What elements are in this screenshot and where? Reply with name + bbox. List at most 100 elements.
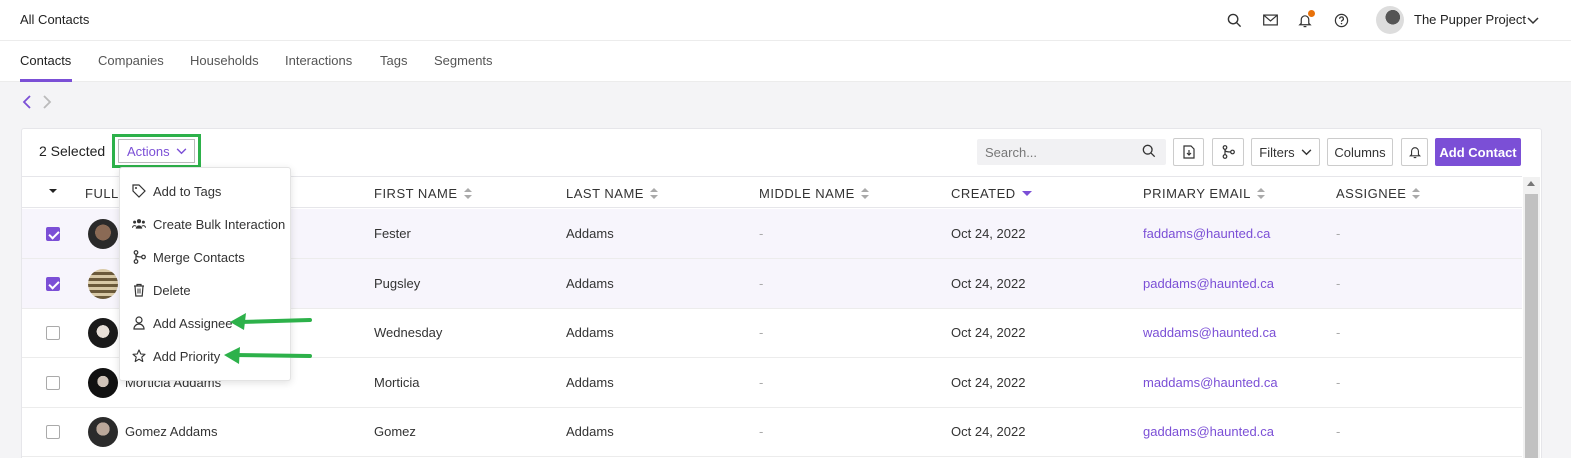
search-icon[interactable] [1225,11,1243,29]
row-checkbox[interactable] [46,277,60,291]
help-icon[interactable] [1332,11,1350,29]
row-checkbox[interactable] [46,326,60,340]
cell-middle-name: - [759,375,764,390]
cell-email[interactable]: gaddams@haunted.ca [1143,424,1274,439]
table-row[interactable]: Gomez Addams Gomez Addams - Oct 24, 2022… [22,407,1522,457]
cell-middle-name: - [759,226,764,241]
bell-icon[interactable] [1296,10,1315,29]
cell-assignee: - [1336,226,1341,241]
sort-descending-icon[interactable] [1021,191,1032,196]
cell-created: Oct 24, 2022 [951,226,1026,241]
scroll-thumb[interactable] [1525,194,1538,458]
columns-label: Columns [1334,144,1386,160]
mail-icon[interactable] [1261,11,1279,29]
merge-icon [132,250,146,264]
row-checkbox[interactable] [46,376,60,390]
cell-first-name: Wednesday [374,325,443,340]
back-arrow-icon[interactable] [22,95,36,109]
row-checkbox[interactable] [46,227,60,241]
row-checkbox[interactable] [46,425,60,439]
cell-created: Oct 24, 2022 [951,424,1026,439]
cell-first-name: Gomez [374,424,416,439]
cell-last-name: Addams [566,325,614,340]
filters-button[interactable]: Filters [1251,138,1320,166]
menu-item-label: Merge Contacts [153,249,245,265]
column-last-name[interactable]: LAST NAME [566,186,658,201]
column-assignee-label: ASSIGNEE [1336,186,1407,201]
tab-bar: Contacts Companies Households Interactio… [0,41,1571,82]
column-full-name[interactable]: FULL [85,186,119,201]
org-avatar[interactable] [1376,6,1404,34]
page-title: All Contacts [20,12,90,27]
cell-assignee: - [1336,276,1341,291]
chevron-down-icon[interactable] [1527,13,1539,28]
tab-interactions[interactable]: Interactions [285,53,352,68]
sort-icon[interactable] [860,187,869,200]
cell-middle-name: - [759,276,764,291]
chevron-down-icon [1301,148,1312,155]
filters-label: Filters [1259,144,1295,160]
tab-contacts[interactable]: Contacts [20,53,71,68]
cell-middle-name: - [759,424,764,439]
column-created[interactable]: CREATED [951,186,1032,201]
actions-button[interactable]: Actions [118,139,195,163]
notification-dot [1308,10,1315,17]
cell-created: Oct 24, 2022 [951,375,1026,390]
cell-last-name: Addams [566,424,614,439]
annotation-arrow-icon [230,313,312,330]
menu-item-label: Add to Tags [153,183,222,199]
column-assignee[interactable]: ASSIGNEE [1336,186,1421,201]
scroll-up-arrow-icon[interactable] [1527,181,1535,186]
column-email-label: PRIMARY EMAIL [1143,186,1251,201]
cell-email[interactable]: waddams@haunted.ca [1143,325,1276,340]
column-last-label: LAST NAME [566,186,644,201]
tab-households[interactable]: Households [190,53,259,68]
cell-first-name: Pugsley [374,276,421,291]
org-name[interactable]: The Pupper Project [1414,12,1526,27]
menu-item-merge-contacts[interactable]: Merge Contacts [120,242,290,272]
avatar [88,318,118,348]
tab-segments[interactable]: Segments [434,53,493,68]
cell-assignee: - [1336,375,1341,390]
cell-assignee: - [1336,325,1341,340]
add-contact-button[interactable]: Add Contact [1435,138,1521,166]
menu-item-create-bulk-interaction[interactable]: Create Bulk Interaction [120,209,290,239]
column-middle-name[interactable]: MIDDLE NAME [759,186,869,201]
vertical-scrollbar[interactable] [1523,177,1540,458]
sort-icon[interactable] [463,187,472,200]
forward-arrow-icon[interactable] [42,95,56,109]
columns-button[interactable]: Columns [1327,138,1393,166]
file-export-icon [1182,145,1195,159]
column-first-label: FIRST NAME [374,186,458,201]
active-tab-indicator [20,79,72,82]
menu-item-label: Add Assignee [153,315,233,331]
merge-button[interactable] [1212,138,1244,166]
actions-label: Actions [127,143,170,159]
select-all-caret-icon[interactable] [49,189,57,193]
cell-email[interactable]: maddams@haunted.ca [1143,375,1278,390]
menu-item-delete[interactable]: Delete [120,275,290,305]
cell-email[interactable]: paddams@haunted.ca [1143,276,1274,291]
menu-item-add-to-tags[interactable]: Add to Tags [120,176,290,206]
column-primary-email[interactable]: PRIMARY EMAIL [1143,186,1265,201]
menu-item-label: Add Priority [153,348,221,364]
sort-icon[interactable] [649,187,658,200]
sort-icon[interactable] [1412,187,1421,200]
cell-first-name: Morticia [374,375,420,390]
tab-tags[interactable]: Tags [380,53,407,68]
sort-icon[interactable] [1256,187,1265,200]
column-first-name[interactable]: FIRST NAME [374,186,472,201]
user-icon [132,316,146,330]
export-button[interactable] [1173,138,1204,166]
search-icon[interactable] [1142,144,1156,161]
alerts-button[interactable] [1401,138,1428,166]
cell-middle-name: - [759,325,764,340]
merge-icon [1222,145,1235,159]
cell-full-name[interactable]: Gomez Addams [125,424,218,439]
cell-first-name: Fester [374,226,411,241]
annotation-arrow-icon [224,347,312,364]
search-input[interactable]: Search... [977,139,1166,165]
people-icon [132,217,146,231]
cell-email[interactable]: faddams@haunted.ca [1143,226,1270,241]
tab-companies[interactable]: Companies [98,53,164,68]
